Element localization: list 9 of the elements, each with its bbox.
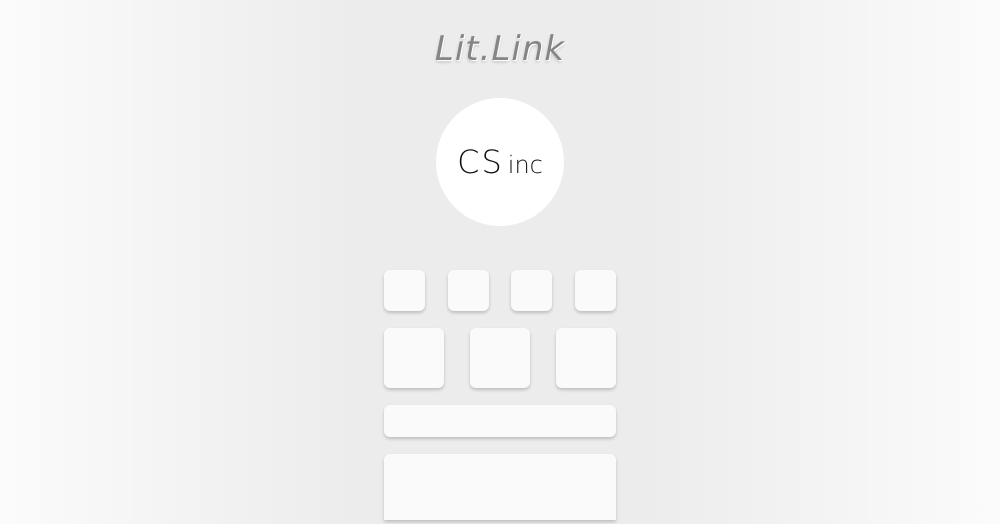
logo[interactable]: Lit.Link <box>434 32 566 70</box>
avatar-text: CS inc <box>457 142 543 183</box>
placeholder-tile <box>574 270 616 311</box>
placeholder-tile <box>384 328 444 388</box>
placeholder-tile <box>556 328 616 388</box>
placeholder-tile <box>448 270 489 311</box>
placeholder-tile <box>470 328 530 388</box>
placeholder-tile <box>511 270 552 311</box>
placeholder-tile <box>384 270 425 311</box>
